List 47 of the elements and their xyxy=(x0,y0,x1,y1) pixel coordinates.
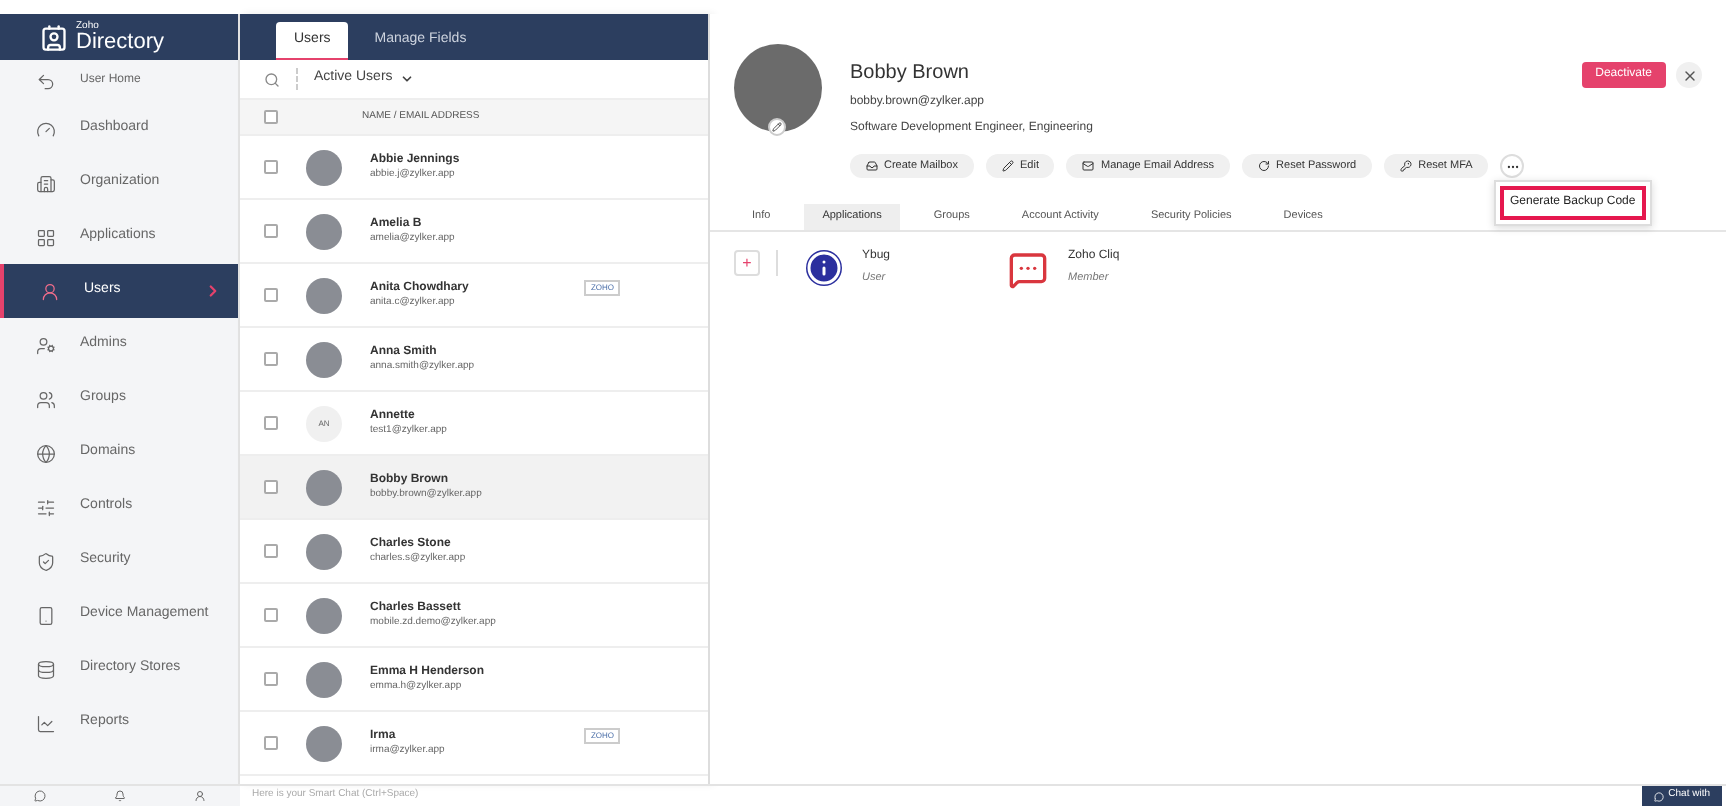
checkbox[interactable] xyxy=(264,608,278,622)
chat-bubble-icon xyxy=(1654,791,1665,801)
user-gear-icon xyxy=(36,335,56,355)
users-icon xyxy=(36,389,56,409)
checkbox[interactable] xyxy=(264,480,278,494)
checkbox[interactable] xyxy=(264,110,278,124)
checkbox[interactable] xyxy=(264,160,278,174)
pencil-icon xyxy=(1002,160,1014,172)
inbox-icon xyxy=(866,160,878,172)
checkbox[interactable] xyxy=(264,288,278,302)
checkbox[interactable] xyxy=(264,544,278,558)
close-icon xyxy=(1681,67,1697,83)
chat-icon xyxy=(1008,250,1048,290)
back-arrow-icon xyxy=(36,71,56,91)
user-icon xyxy=(40,281,60,301)
mail-icon xyxy=(1082,160,1095,172)
bell-icon[interactable] xyxy=(114,790,126,802)
pencil-icon xyxy=(772,122,782,132)
phone-icon xyxy=(36,605,56,625)
directory-logo-icon xyxy=(40,23,68,51)
checkbox[interactable] xyxy=(264,352,278,366)
building-icon xyxy=(36,173,56,193)
checkbox[interactable] xyxy=(264,416,278,430)
gauge-icon xyxy=(36,119,56,139)
globe-icon xyxy=(36,443,56,463)
chevron-right-icon xyxy=(204,282,222,300)
grid-icon xyxy=(36,227,56,247)
profile-photo-placeholder xyxy=(734,44,822,132)
edit-photo-button[interactable] xyxy=(768,118,786,136)
add-button[interactable]: + xyxy=(734,250,760,276)
chart-icon xyxy=(36,713,56,733)
search-icon[interactable] xyxy=(264,71,280,87)
caret-icon xyxy=(400,72,415,86)
shield-icon xyxy=(36,551,56,571)
user-icon[interactable] xyxy=(194,790,206,802)
close-button[interactable] xyxy=(1676,62,1702,88)
checkbox[interactable] xyxy=(264,672,278,686)
refresh-icon xyxy=(1258,160,1271,172)
key-icon xyxy=(1400,160,1413,172)
brand-name: Directory xyxy=(76,31,165,53)
checkbox[interactable] xyxy=(264,736,278,750)
more-button[interactable] xyxy=(1500,154,1525,178)
user-full-name: Bobby Brown xyxy=(850,60,969,88)
checkbox[interactable] xyxy=(264,224,278,238)
sliders-icon xyxy=(36,497,56,517)
database-icon xyxy=(36,659,56,679)
chat-icon[interactable] xyxy=(34,790,46,802)
